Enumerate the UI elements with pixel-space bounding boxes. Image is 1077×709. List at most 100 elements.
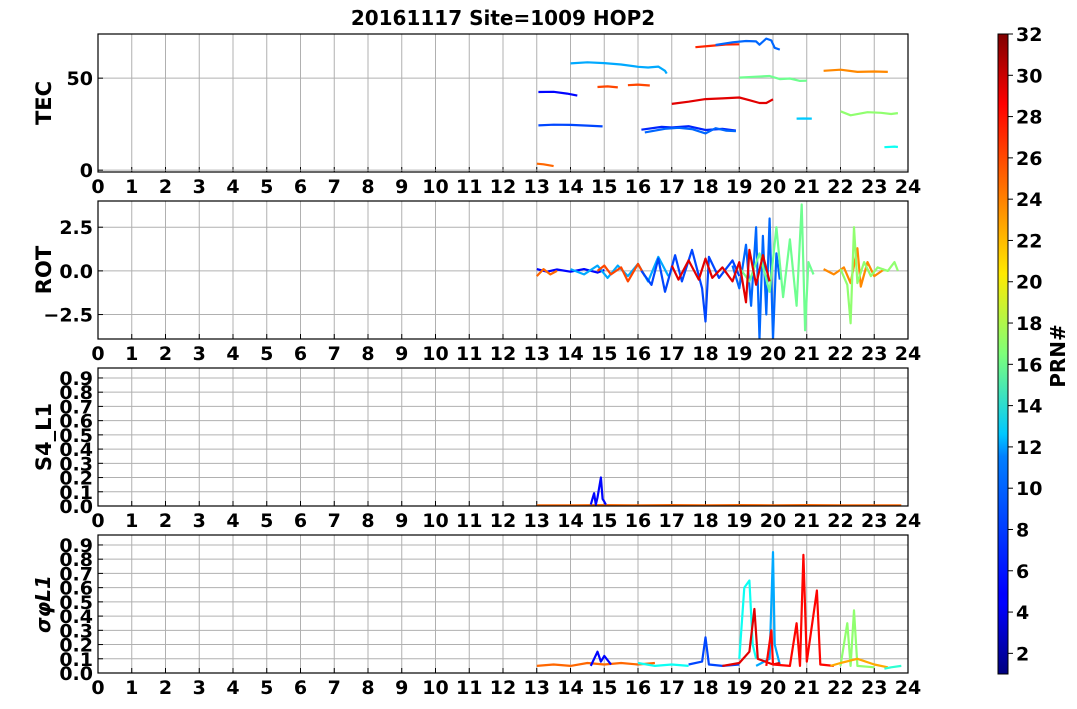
rot-xtick-label: 10 xyxy=(422,343,448,365)
s4-ylabel: S4_L1 xyxy=(32,403,56,471)
sigma-xtick-label: 6 xyxy=(294,677,307,699)
sigma-xtick-label: 23 xyxy=(861,677,887,699)
sigma-xtick-label: 1 xyxy=(125,677,138,699)
sigma-xtick-label: 16 xyxy=(625,677,651,699)
sigma-xtick-label: 7 xyxy=(328,677,341,699)
tec-xtick-label: 9 xyxy=(395,176,408,198)
sigma-xtick-label: 12 xyxy=(490,677,516,699)
s4-xtick-label: 13 xyxy=(524,510,550,532)
s4-xtick-label: 24 xyxy=(895,510,921,532)
tec-xtick-label: 5 xyxy=(260,176,273,198)
colorbar-tick-label: 20 xyxy=(1016,272,1042,294)
sigma-xtick-label: 13 xyxy=(524,677,550,699)
tec-xtick-label: 13 xyxy=(524,176,550,198)
rot-xtick-label: 22 xyxy=(827,343,853,365)
tec-ytick-label: 50 xyxy=(67,68,93,90)
tec-xtick-label: 14 xyxy=(557,176,583,198)
s4-xtick-label: 6 xyxy=(294,510,307,532)
sigma-xtick-label: 3 xyxy=(193,677,206,699)
s4-xtick-label: 3 xyxy=(193,510,206,532)
rot-ylabel: ROT xyxy=(32,245,56,294)
colorbar-tick-label: 6 xyxy=(1016,561,1029,583)
sigma-xtick-label: 21 xyxy=(794,677,820,699)
tec-series-prn-17 xyxy=(840,110,899,117)
rot-xtick-label: 16 xyxy=(625,343,651,365)
tec-series-prn-13 xyxy=(884,145,899,149)
sigma-xtick-label: 17 xyxy=(659,677,685,699)
tec-xtick-label: 15 xyxy=(591,176,617,198)
sigma-series-prn-13 xyxy=(637,661,689,668)
sigma-ylabel: σφL1 xyxy=(31,575,55,633)
rot-ytick-label: −2.5 xyxy=(43,305,93,327)
rot-xtick-label: 23 xyxy=(861,343,887,365)
tec-xtick-label: 2 xyxy=(159,176,172,198)
colorbar-tick-label: 14 xyxy=(1016,396,1042,418)
tec-ylabel: TEC xyxy=(32,81,56,125)
rot-xtick-label: 13 xyxy=(524,343,550,365)
s4-xtick-label: 1 xyxy=(125,510,138,532)
tec-xtick-label: 3 xyxy=(193,176,206,198)
colorbar-tick-label: 26 xyxy=(1016,148,1042,170)
s4-xtick-label: 21 xyxy=(794,510,820,532)
s4-xtick-label: 10 xyxy=(422,510,448,532)
tec-xtick-label: 18 xyxy=(692,176,718,198)
sigma-ytick-label: 0.9 xyxy=(59,535,93,557)
s4-xtick-label: 16 xyxy=(625,510,651,532)
colorbar-gradient xyxy=(997,33,1009,675)
sigma-xtick-label: 5 xyxy=(260,677,273,699)
colorbar-tick-label: 8 xyxy=(1016,519,1029,541)
s4-xtick-label: 5 xyxy=(260,510,273,532)
sigma-xtick-label: 14 xyxy=(557,677,583,699)
tec-xtick-label: 24 xyxy=(895,176,921,198)
s4-xtick-label: 23 xyxy=(861,510,887,532)
rot-ytick-label: 2.5 xyxy=(59,217,93,239)
rot-panel: 0 1 2 3 4 5 6 7 8 9 10 11 12 13 14 15 16 17 18 19 20 21 22 23 24… xyxy=(32,200,921,365)
tec-series-prn-10 xyxy=(570,61,668,75)
colorbar-tick-label: 22 xyxy=(1016,230,1042,252)
colorbar-ticks: 2468101214161820222426283032 xyxy=(1008,24,1042,665)
rot-xtick-label: 5 xyxy=(260,343,273,365)
s4-xtick-label: 2 xyxy=(159,510,172,532)
tec-xtick-label: 1 xyxy=(125,176,138,198)
s4-xtick-label: 18 xyxy=(692,510,718,532)
tec-series-prn-25 xyxy=(536,162,554,168)
sigma-xtick-label: 2 xyxy=(159,677,172,699)
tec-xtick-label: 19 xyxy=(726,176,752,198)
sigma-series-prn-7 xyxy=(688,636,740,668)
colorbar-tick-label: 24 xyxy=(1016,189,1042,211)
colorbar-tick-label: 32 xyxy=(1016,24,1042,46)
tec-xtick-label: 20 xyxy=(760,176,786,198)
s4-xtick-label: 22 xyxy=(827,510,853,532)
rot-ytick-label: 0.0 xyxy=(59,261,93,283)
tec-series-prn-24 xyxy=(823,68,888,74)
rot-xtick-label: 18 xyxy=(692,343,718,365)
s4-xtick-label: 20 xyxy=(760,510,786,532)
tec-xtick-label: 11 xyxy=(456,176,482,198)
tec-xtick-label: 8 xyxy=(361,176,374,198)
colorbar-tick-label: 16 xyxy=(1016,354,1042,376)
rot-xtick-label: 14 xyxy=(557,343,583,365)
rot-xtick-label: 6 xyxy=(294,343,307,365)
rot-xtick-label: 24 xyxy=(895,343,921,365)
rot-xtick-label: 21 xyxy=(794,343,820,365)
sigma-xtick-label: 9 xyxy=(395,677,408,699)
figure: 20161117 Site=1009 HOP2 0 1 2 3 4 5 6 7 8 9 10 11 12… xyxy=(31,6,1070,699)
s4-xtick-label: 17 xyxy=(659,510,685,532)
tec-series-prn-29 xyxy=(671,96,774,105)
s4-xtick-label: 8 xyxy=(361,510,374,532)
tec-xtick-label: 4 xyxy=(226,176,239,198)
s4-series-prn-5 xyxy=(589,476,607,506)
colorbar-tick-label: 10 xyxy=(1016,478,1042,500)
sigma-xtick-label: 18 xyxy=(692,677,718,699)
rot-xtick-label: 19 xyxy=(726,343,752,365)
colorbar-tick-label: 28 xyxy=(1016,107,1042,129)
rot-series-group xyxy=(536,203,899,339)
sigma-xtick-label: 22 xyxy=(827,677,853,699)
rot-xtick-label: 15 xyxy=(591,343,617,365)
sigma-xtick-label: 20 xyxy=(760,677,786,699)
rot-xtick-label: 7 xyxy=(328,343,341,365)
tec-xtick-label: 22 xyxy=(827,176,853,198)
tec-xtick-label: 16 xyxy=(625,176,651,198)
sigma-xtick-label: 8 xyxy=(361,677,374,699)
colorbar-tick-label: 12 xyxy=(1016,437,1042,459)
